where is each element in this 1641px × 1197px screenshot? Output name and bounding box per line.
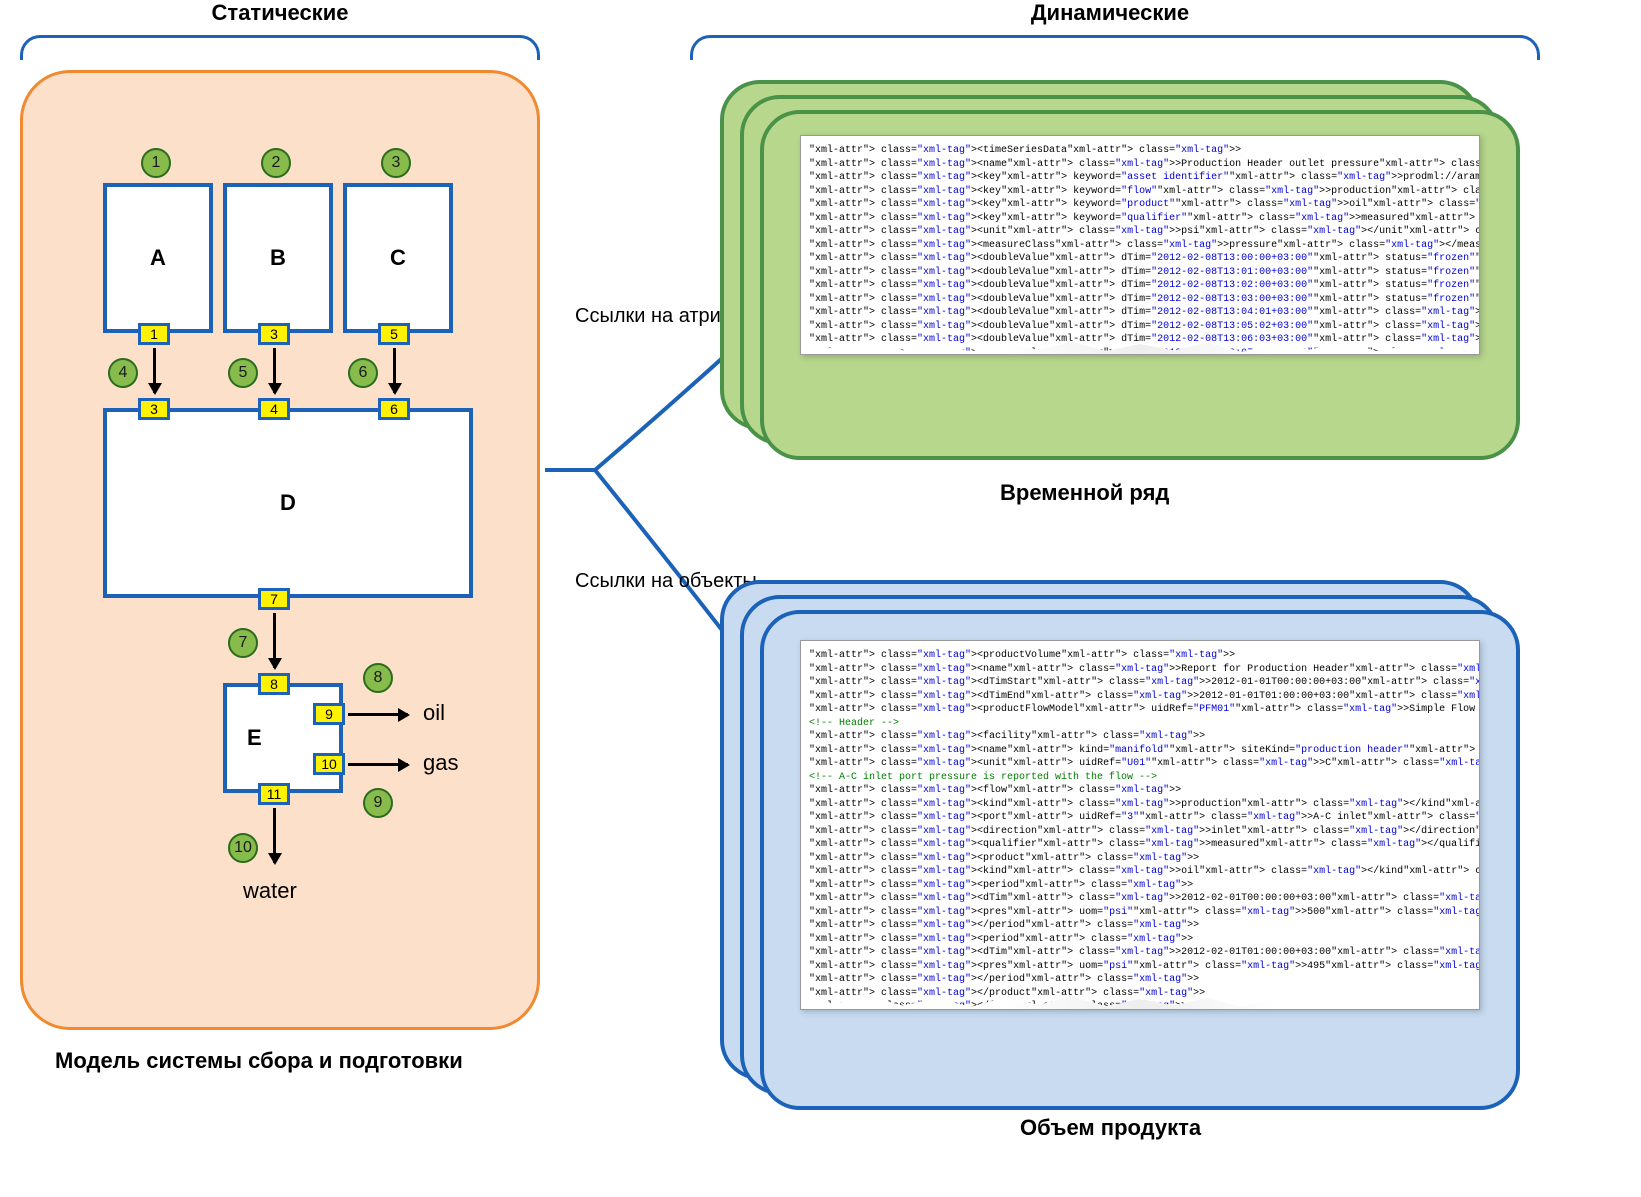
box-b: B [223, 183, 333, 333]
box-a: A [103, 183, 213, 333]
label-water: water [243, 878, 297, 904]
arrow-water [273, 808, 276, 863]
box-e: E [223, 683, 343, 793]
volume-stack: "xml-attr"> class="xml-tag"><productVolu… [720, 580, 1520, 1100]
static-model-panel: A B C 1 2 3 1 3 5 4 5 6 D 3 4 6 7 7 E 8 [20, 70, 540, 1030]
circle-3: 3 [381, 148, 411, 178]
bracket-static [20, 35, 540, 60]
port-5: 5 [378, 323, 410, 345]
port-9: 9 [313, 703, 345, 725]
arrow-gas [348, 763, 408, 766]
port-3b: 3 [138, 398, 170, 420]
label-gas: gas [423, 750, 458, 776]
caption-volume: Объем продукта [1020, 1115, 1201, 1141]
port-11: 11 [258, 783, 290, 805]
arrow-d-e [273, 613, 276, 668]
circle-9: 9 [363, 788, 393, 818]
caption-model: Модель системы сбора и подготовки [55, 1048, 463, 1074]
circle-8: 8 [363, 663, 393, 693]
circle-1: 1 [141, 148, 171, 178]
header-dynamic: Динамические [980, 0, 1240, 26]
caption-timeseries: Временной ряд [1000, 480, 1169, 506]
timeseries-xml: "xml-attr"> class="xml-tag"><timeSeriesD… [800, 135, 1480, 355]
port-8: 8 [258, 673, 290, 695]
arrow-b-d [273, 348, 276, 393]
port-10: 10 [313, 753, 345, 775]
circle-7: 7 [228, 628, 258, 658]
port-4: 4 [258, 398, 290, 420]
circle-5: 5 [228, 358, 258, 388]
port-7: 7 [258, 588, 290, 610]
box-c: C [343, 183, 453, 333]
port-1: 1 [138, 323, 170, 345]
circle-6: 6 [348, 358, 378, 388]
arrow-oil [348, 713, 408, 716]
arrow-a-d [153, 348, 156, 393]
timeseries-stack: "xml-attr"> class="xml-tag"><timeSeriesD… [720, 80, 1520, 460]
circle-2: 2 [261, 148, 291, 178]
box-d: D [103, 408, 473, 598]
arrow-c-d [393, 348, 396, 393]
circle-4: 4 [108, 358, 138, 388]
port-6: 6 [378, 398, 410, 420]
volume-xml: "xml-attr"> class="xml-tag"><productVolu… [800, 640, 1480, 1010]
circle-10: 10 [228, 833, 258, 863]
bracket-dynamic [690, 35, 1540, 60]
header-static: Статические [150, 0, 410, 26]
port-3a: 3 [258, 323, 290, 345]
label-oil: oil [423, 700, 445, 726]
